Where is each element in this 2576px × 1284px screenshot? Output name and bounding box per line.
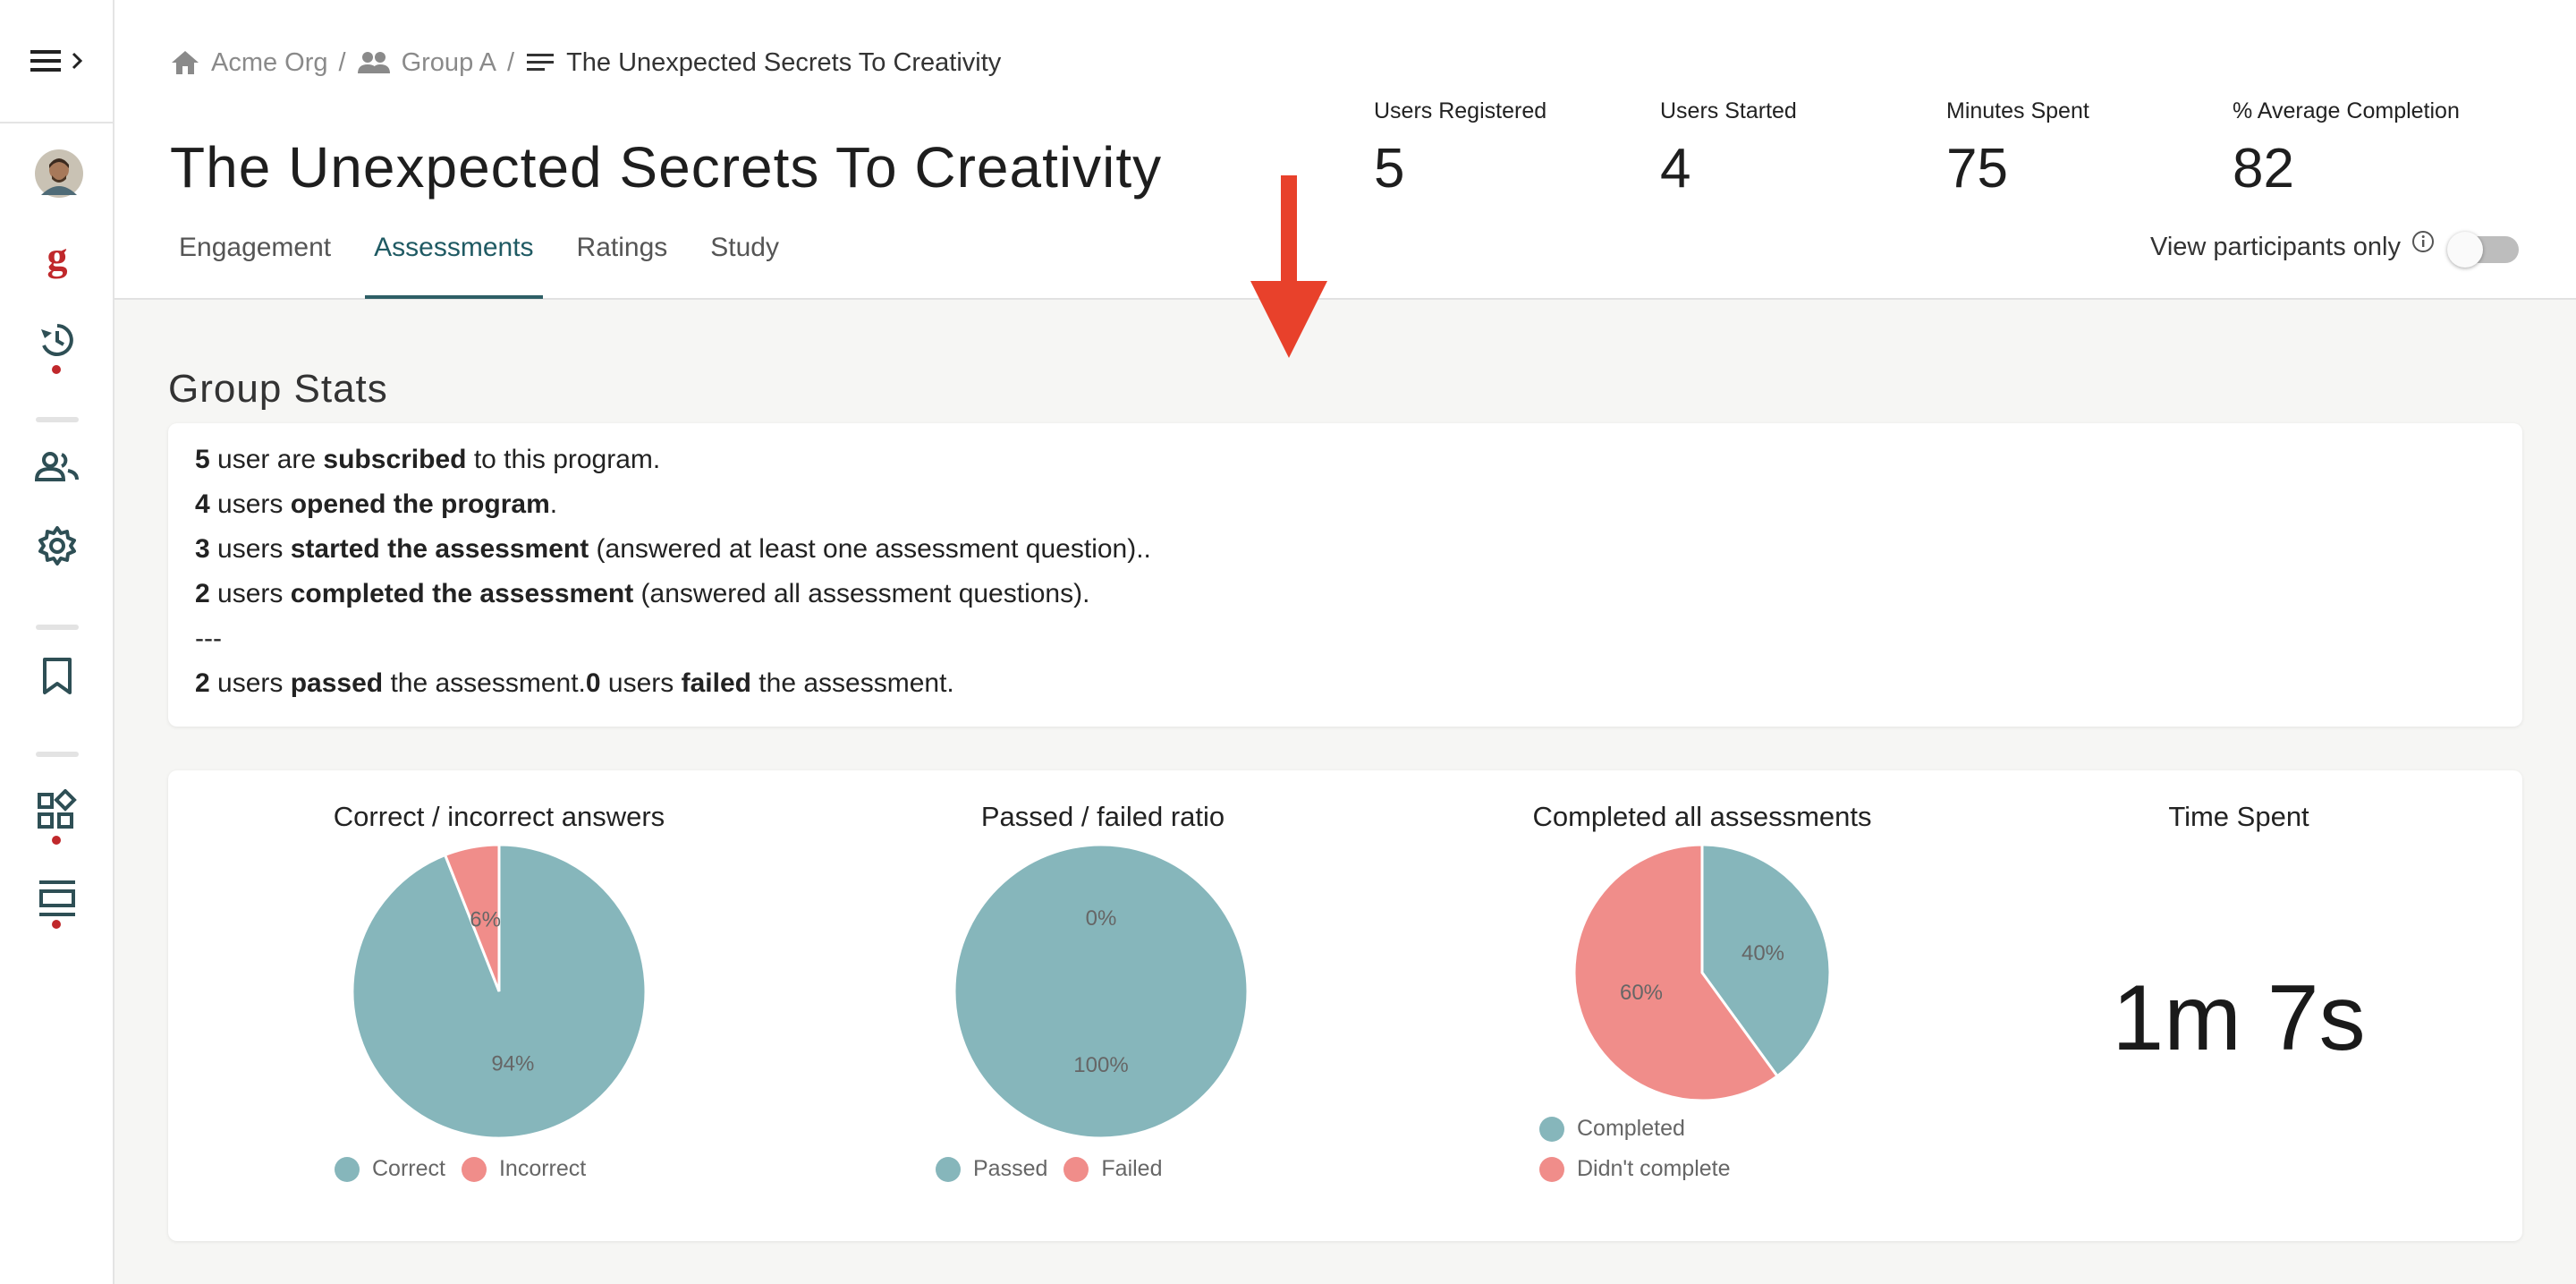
stat-line: 3 users started the assessment (answered… [195,534,1151,564]
legend-item[interactable]: Didn't complete [1539,1156,1731,1182]
pie-value-label: 6% [470,907,501,931]
bookmark-icon[interactable] [39,657,75,696]
users-icon[interactable] [34,451,80,483]
group-stats-title: Group Stats [168,367,388,411]
kpi-label: Minutes Spent [1946,98,2089,123]
settings-gear-icon[interactable] [36,524,79,567]
legend-swatch [1539,1116,1564,1142]
time-spent-title: Time Spent [2168,801,2309,832]
kpi-label: Users Registered [1374,98,1547,123]
kpi-value: 5 [1374,138,1405,200]
legend-item[interactable]: Correct [335,1156,445,1182]
breadcrumb-group[interactable]: Group A [402,48,496,78]
stat-line: 5 user are subscribed to this program. [195,445,661,474]
pie-value-label: 0% [1086,906,1117,931]
view-participants-toggle[interactable] [2447,232,2519,268]
sidebar-divider [36,417,79,422]
sidebar-divider [36,752,79,757]
stat-line: 4 users opened the program. [195,489,558,519]
legend-swatch [936,1156,961,1182]
legend-label: Failed [1101,1156,1163,1181]
legend-item[interactable]: Incorrect [461,1156,587,1182]
svg-text:g: g [47,238,68,279]
breadcrumb-separator: / [338,47,346,77]
kpi-value: 4 [1660,138,1691,200]
legend-item[interactable]: Completed [1539,1116,1685,1142]
breadcrumb-current: The Unexpected Secrets To Creativity [566,47,1002,77]
pie-chart-correct-incorrect: 94% 6% [352,844,647,1139]
chart-legend: Completed [1539,1116,1701,1142]
view-participants-label: View participants only [2150,233,2401,261]
avatar[interactable] [34,149,84,199]
legend-item[interactable]: Failed [1063,1156,1162,1182]
pie-chart-completed: 40% 60% [1573,844,1831,1101]
tab-assessments[interactable]: Assessments [365,231,543,299]
pie-value-label: 100% [1073,1053,1128,1077]
group-icon [357,52,390,73]
annotation-arrow-icon [1250,175,1327,358]
breadcrumb-separator: / [507,47,515,77]
history-icon[interactable] [36,319,79,361]
brand-g-icon[interactable]: g [39,238,75,285]
pie-chart-passed-failed: 100% 0% [953,844,1249,1139]
charts-card: Correct / incorrect answers 94% 6% Correc… [168,770,2522,1241]
legend-label: Completed [1577,1116,1685,1141]
kpi-users-started: Users Started 4 [1660,98,1797,200]
home-icon [172,51,199,74]
info-icon[interactable] [2411,230,2435,253]
legend-swatch [1539,1156,1564,1182]
sidebar-top [0,0,113,123]
chart-title: Correct / incorrect answers [333,801,665,832]
legend-swatch [1063,1156,1089,1182]
view-participants-control: View participants only [2150,230,2435,262]
stat-line: 2 users passed the assessment.0 users fa… [195,668,954,698]
legend-label: Didn't complete [1577,1156,1731,1181]
tab-study[interactable]: Study [701,231,788,299]
breadcrumb-org[interactable]: Acme Org [211,48,328,78]
tab-bar: Engagement Assessments Ratings Study [170,231,813,299]
kpi-minutes-spent: Minutes Spent 75 [1946,98,2089,200]
widgets-icon[interactable] [36,789,79,832]
kpi-average-completion: % Average Completion 82 [2233,98,2460,200]
kpi-value: 82 [2233,138,2294,200]
breadcrumb: Acme Org / Group A / The Unexpected Secr… [170,45,1001,81]
legend-swatch [335,1156,360,1182]
menu-icon[interactable] [29,47,86,75]
pie-value-label: 40% [1741,941,1784,965]
chart-legend: Didn't complete [1539,1156,1747,1182]
legend-label: Incorrect [498,1156,587,1181]
chart-legend: Correct Incorrect [335,1156,602,1182]
toggle-knob [2447,232,2483,268]
tab-engagement[interactable]: Engagement [170,231,340,299]
widgets-notification-dot [52,836,61,845]
chart-legend: Passed Failed [936,1156,1178,1182]
stat-line: 2 users completed the assessment (answer… [195,579,1090,608]
kpi-label: Users Started [1660,98,1797,123]
group-stats-card: 5 user are subscribed to this program. 4… [168,423,2522,727]
sidebar-divider [36,625,79,630]
pie-value-label: 60% [1620,981,1663,1005]
pie-value-label: 94% [491,1052,534,1076]
legend-label: Passed [973,1156,1048,1181]
tab-ratings[interactable]: Ratings [568,231,677,299]
kpi-users-registered: Users Registered 5 [1374,98,1546,200]
list-notification-dot [52,920,61,929]
time-spent-value: 1m 7s [2112,966,2366,1070]
page-title: The Unexpected Secrets To Creativity [170,135,1163,200]
program-list-icon [527,54,555,71]
kpi-value: 75 [1946,138,2008,200]
legend-label: Correct [372,1156,445,1181]
kpi-label: % Average Completion [2233,98,2460,123]
chart-title: Passed / failed ratio [980,801,1225,832]
sidebar: g [0,0,114,1284]
stat-separator: --- [195,624,222,653]
legend-item[interactable]: Passed [936,1156,1047,1182]
pie-slice-passed[interactable] [953,844,1249,1139]
legend-swatch [461,1156,487,1182]
history-notification-dot [52,365,61,374]
list-layout-icon[interactable] [36,877,79,920]
